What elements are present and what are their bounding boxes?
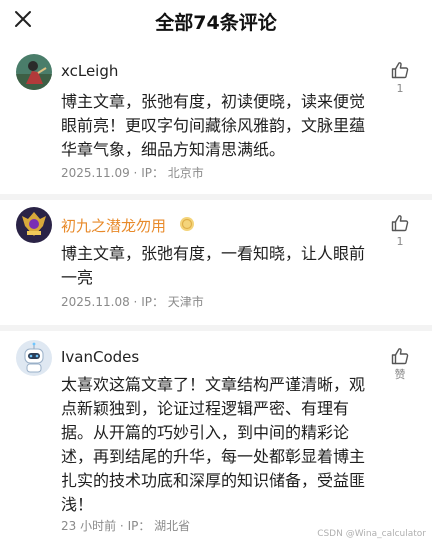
comment-item: IvanCodes 赞 太喜欢这篇文章了！文章结构严谨清晰，观点新颖独到，论证过…: [0, 340, 432, 535]
ip-location: 北京市: [167, 166, 204, 180]
divider: [0, 194, 432, 200]
thumbs-up-icon[interactable]: [390, 60, 410, 80]
like-button[interactable]: 1: [388, 213, 412, 248]
avatar[interactable]: [16, 54, 52, 90]
ip-location: 天津市: [167, 295, 204, 309]
comment-item: 初九之潜龙勿用 1 博主文章，张弛有度，一看知晓，让人眼前一亮 2025.11.…: [0, 207, 432, 317]
like-count: 1: [396, 235, 404, 248]
comment-meta: 2025.11.09 · IP： 北京市: [61, 164, 204, 181]
comment-meta: 23 小时前 · IP： 湖北省: [61, 517, 190, 534]
comment-date: 2025.11.08: [61, 295, 130, 309]
like-button[interactable]: 1: [388, 60, 412, 95]
comment-item: xcLeigh 1 博主文章，张弛有度，初读便晓，读来便觉眼前亮！更叹字句间藏徐…: [0, 54, 432, 184]
comment-text: 太喜欢这篇文章了！文章结构严谨清晰，观点新颖独到，论证过程逻辑严密、有理有据。从…: [61, 375, 366, 514]
divider: [0, 325, 432, 331]
watermark: CSDN @Wina_calculator: [317, 529, 426, 539]
comment-text: 博主文章，张弛有度，一看知晓，让人眼前一亮: [61, 244, 366, 287]
comment-date: 2025.11.09: [61, 166, 130, 180]
ip-location: 湖北省: [154, 519, 191, 533]
comment-text: 博主文章，张弛有度，初读便晓，读来便觉眼前亮！更叹字句间藏徐风雅韵，文脉里蕴华章…: [61, 92, 366, 159]
avatar[interactable]: [16, 207, 52, 243]
page-title: 全部74条评论: [155, 12, 277, 34]
thumbs-up-icon[interactable]: [390, 346, 410, 366]
comment-username[interactable]: IvanCodes: [61, 348, 139, 366]
ip-label: IP：: [141, 295, 164, 309]
meta-separator: ·: [119, 519, 128, 533]
gold-coin-icon: [180, 217, 194, 231]
header: 全部74条评论: [0, 0, 432, 40]
comment-username[interactable]: 初九之潜龙勿用: [61, 215, 166, 236]
comment-date: 23 小时前: [61, 519, 117, 533]
like-button[interactable]: 赞: [388, 346, 412, 381]
ip-label: IP：: [127, 519, 151, 533]
comment-meta: 2025.11.08 · IP： 天津市: [61, 293, 204, 310]
comment-username[interactable]: xcLeigh: [61, 62, 118, 80]
avatar[interactable]: [16, 340, 52, 376]
like-count: 1: [396, 82, 404, 95]
like-label: 赞: [394, 368, 406, 381]
thumbs-up-icon[interactable]: [390, 213, 410, 233]
ip-label: IP：: [141, 166, 164, 180]
